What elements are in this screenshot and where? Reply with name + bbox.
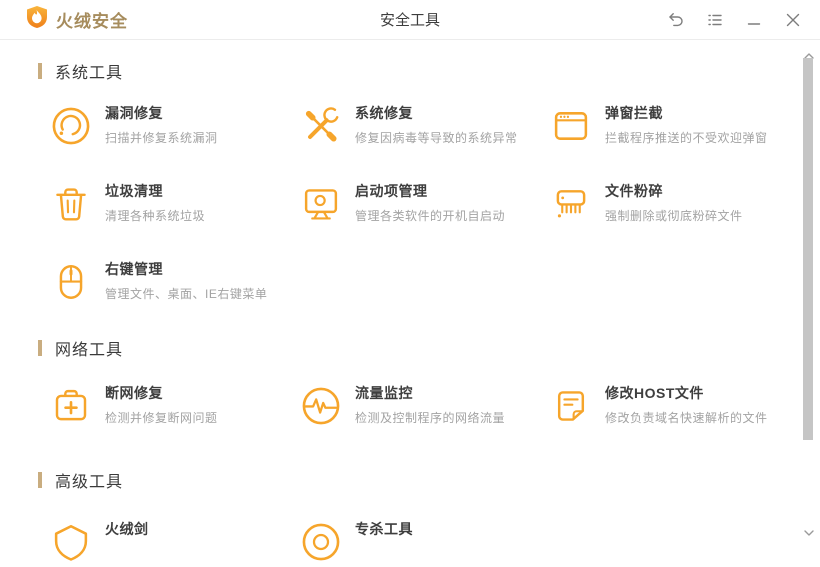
tool-desc: 管理文件、桌面、IE右键菜单 (105, 285, 267, 302)
section-bar (38, 63, 42, 79)
titlebar: 火绒安全 安全工具 (0, 0, 820, 40)
tool-item-popup-blocker[interactable]: 弹窗拦截 拦截程序推送的不受欢迎弹窗 (550, 103, 800, 151)
tool-desc: 清理各种系统垃圾 (105, 207, 205, 224)
junk-clean-icon (50, 181, 92, 227)
tool-title: 启动项管理 (355, 183, 505, 200)
right-click-manager-icon (50, 259, 92, 305)
tool-title: 修改HOST文件 (605, 385, 768, 402)
tool-title: 流量监控 (355, 385, 505, 402)
tool-desc: 修复因病毒等导致的系统异常 (355, 129, 518, 146)
tool-item-special-kill[interactable]: 专杀工具 (300, 519, 550, 567)
tool-item-traffic-monitor[interactable]: 流量监控 检测及控制程序的网络流量 (300, 383, 550, 431)
advanced-tools-grid: 火绒剑 专杀工具 (50, 519, 820, 567)
tool-item-vulnerability-fix[interactable]: 漏洞修复 扫描并修复系统漏洞 (50, 103, 300, 151)
network-tools-grid: 断网修复 检测并修复断网问题 流量监控 检测及控制程序的网络流量 (50, 383, 820, 431)
undo-arrow-icon[interactable] (667, 11, 685, 29)
network-repair-icon (50, 383, 92, 429)
scrollbar-thumb[interactable] (803, 58, 813, 440)
close-icon[interactable] (784, 11, 802, 29)
brand-name: 火绒安全 (56, 7, 128, 32)
app-brand: 火绒安全 (26, 5, 128, 34)
section-title: 系统工具 (55, 59, 123, 83)
tool-item-huorong-sword[interactable]: 火绒剑 (50, 519, 300, 567)
tool-title: 火绒剑 (105, 521, 149, 538)
tool-title: 右键管理 (105, 261, 267, 278)
tool-title: 系统修复 (355, 105, 518, 122)
tools-page: 系统工具 漏洞修复 扫描并修复系统漏洞 (0, 60, 820, 567)
tool-desc: 拦截程序推送的不受欢迎弹窗 (605, 129, 768, 146)
popup-blocker-icon (550, 103, 592, 149)
brand-shield-flame-icon (26, 5, 48, 34)
tool-title: 断网修复 (105, 385, 218, 402)
tool-desc: 修改负责域名快速解析的文件 (605, 409, 768, 426)
system-tools-grid: 漏洞修复 扫描并修复系统漏洞 系统修复 修复因病毒等导致的系统异常 (50, 103, 820, 307)
minimize-icon[interactable] (745, 11, 763, 29)
tool-desc: 检测并修复断网问题 (105, 409, 218, 426)
list-menu-icon[interactable] (706, 11, 724, 29)
section-header-network-tools: 网络工具 (38, 337, 820, 358)
scroll-down-icon[interactable] (803, 524, 815, 532)
tool-item-host-file[interactable]: 修改HOST文件 修改负责域名快速解析的文件 (550, 383, 800, 431)
section-header-advanced-tools: 高级工具 (38, 469, 820, 490)
tool-title: 专杀工具 (355, 521, 413, 538)
startup-manager-icon (300, 181, 342, 227)
scroll-up-icon[interactable] (803, 47, 815, 55)
traffic-monitor-icon (300, 383, 342, 429)
vulnerability-fix-icon (50, 103, 92, 149)
tool-title: 垃圾清理 (105, 183, 205, 200)
tool-item-file-shredder[interactable]: 文件粉碎 强制删除或彻底粉碎文件 (550, 181, 800, 229)
special-kill-icon (300, 519, 342, 565)
section-bar (38, 472, 42, 488)
tool-title: 弹窗拦截 (605, 105, 768, 122)
file-shredder-icon (550, 181, 592, 227)
window-controls (667, 11, 802, 29)
section-title: 高级工具 (55, 468, 123, 492)
tool-title: 文件粉碎 (605, 183, 743, 200)
tool-desc: 管理各类软件的开机自启动 (355, 207, 505, 224)
tool-item-network-repair[interactable]: 断网修复 检测并修复断网问题 (50, 383, 300, 431)
tool-desc: 强制删除或彻底粉碎文件 (605, 207, 743, 224)
tool-item-junk-clean[interactable]: 垃圾清理 清理各种系统垃圾 (50, 181, 300, 229)
section-title: 网络工具 (55, 336, 123, 360)
tool-title: 漏洞修复 (105, 105, 218, 122)
tool-item-system-repair[interactable]: 系统修复 修复因病毒等导致的系统异常 (300, 103, 550, 151)
section-bar (38, 340, 42, 356)
system-repair-icon (300, 103, 342, 149)
scrollbar (800, 41, 820, 540)
tool-item-right-click-manager[interactable]: 右键管理 管理文件、桌面、IE右键菜单 (50, 259, 300, 307)
tool-desc: 检测及控制程序的网络流量 (355, 409, 505, 426)
section-header-system-tools: 系统工具 (38, 60, 820, 81)
host-file-icon (550, 383, 592, 429)
tool-item-startup-manager[interactable]: 启动项管理 管理各类软件的开机自启动 (300, 181, 550, 229)
tool-desc: 扫描并修复系统漏洞 (105, 129, 218, 146)
huorong-sword-icon (50, 519, 92, 565)
